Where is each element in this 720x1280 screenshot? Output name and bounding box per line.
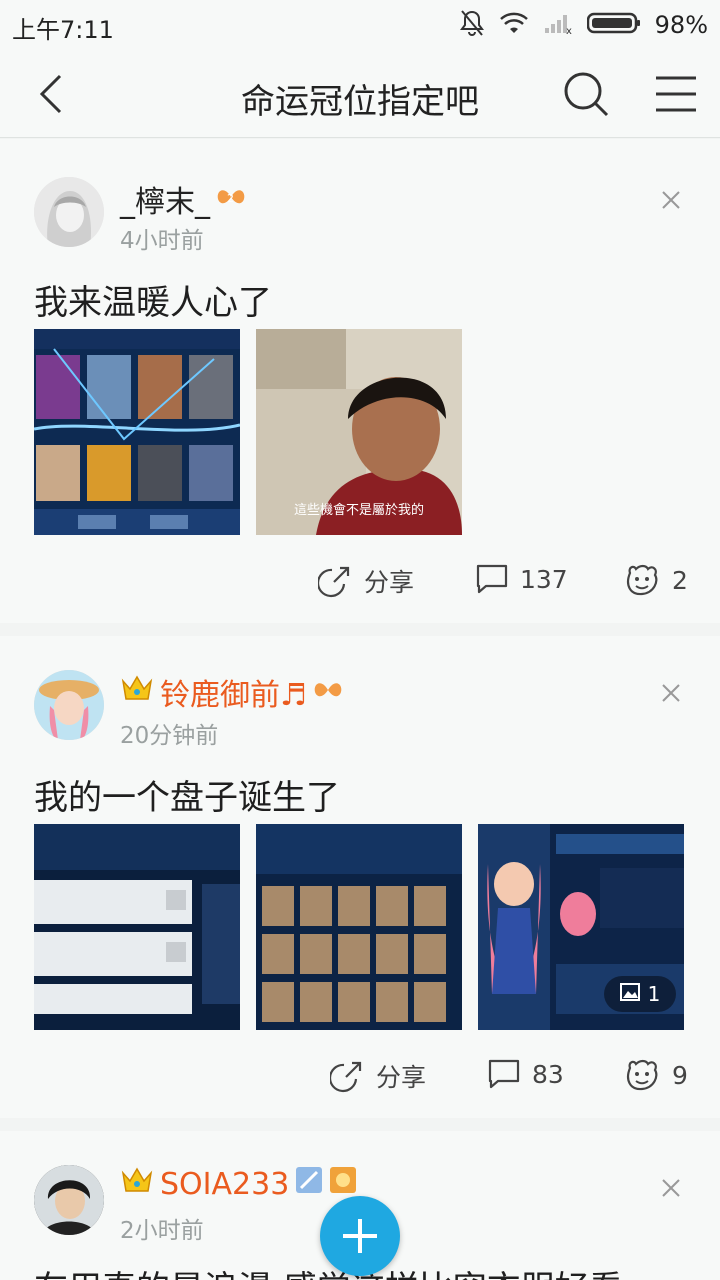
image-icon — [619, 982, 640, 1006]
close-icon[interactable] — [658, 680, 684, 706]
comment-icon — [476, 563, 508, 595]
post-text[interactable]: 在用真的是浪漫 感觉这样比穿衣服好看 — [34, 1261, 623, 1280]
post-image-game-grid[interactable] — [256, 824, 462, 1030]
page-title: 命运冠位指定吧 — [241, 82, 479, 122]
share-icon — [330, 1059, 364, 1093]
post-username-row[interactable]: _檸末_ 2 — [120, 177, 246, 221]
post-text[interactable]: 我的一个盘子诞生了 — [34, 770, 340, 819]
like-count: 2 — [672, 565, 688, 595]
post-time: 20分钟前 — [120, 723, 219, 749]
post-image-meme[interactable]: 這些機會不是屬於我的 — [256, 329, 462, 535]
wifi-icon — [499, 11, 529, 39]
like-button[interactable]: 9 — [624, 1058, 688, 1092]
mute-bell-icon — [459, 9, 485, 41]
close-icon[interactable] — [658, 187, 684, 213]
like-face-icon — [624, 563, 660, 597]
comment-button[interactable]: 83 — [488, 1058, 564, 1090]
level-badge-icon: 2 — [216, 182, 246, 217]
crown-icon — [120, 673, 154, 711]
user-avatar[interactable] — [34, 670, 104, 740]
signal-icon: x — [543, 11, 573, 39]
crown-icon — [120, 1165, 154, 1203]
image-count-badge[interactable]: 1 — [604, 976, 676, 1012]
comment-button[interactable]: 137 — [476, 563, 568, 595]
battery-icon — [586, 11, 641, 39]
post-username-row[interactable]: 铃鹿御前♬ — [120, 670, 343, 714]
like-button[interactable]: 2 — [624, 563, 688, 597]
comment-count: 83 — [532, 1059, 564, 1089]
post-card[interactable]: _檸末_ 2 4小时前 我来温暖人心了 這些機會不是屬於我的 分享 137 2 — [0, 139, 720, 623]
post-username-row[interactable]: SOIA233 — [120, 1165, 357, 1203]
post-image-game-cards[interactable] — [34, 329, 240, 535]
share-label: 分享 — [364, 568, 415, 597]
post-image-game-list[interactable] — [34, 824, 240, 1030]
svg-text:x: x — [566, 26, 572, 35]
like-count: 9 — [672, 1060, 688, 1090]
post-username[interactable]: _檸末_ — [120, 177, 210, 221]
post-text[interactable]: 我来温暖人心了 — [34, 275, 272, 324]
user-avatar[interactable] — [34, 1165, 104, 1235]
post-card[interactable]: 铃鹿御前♬ 20分钟前 我的一个盘子诞生了 1 分享 83 9 — [0, 636, 720, 1118]
top-navigation-bar: 命运冠位指定吧 — [0, 50, 720, 138]
post-time: 4小时前 — [120, 228, 204, 254]
level-badge-icon — [313, 675, 343, 710]
plus-icon — [340, 1216, 380, 1260]
post-username[interactable]: SOIA233 — [160, 1167, 289, 1202]
share-icon — [318, 564, 352, 598]
status-bar: 上午7:11 x 98% — [0, 0, 720, 50]
sword-badge-icon — [295, 1166, 323, 1202]
close-icon[interactable] — [658, 1175, 684, 1201]
new-post-button[interactable] — [320, 1196, 400, 1276]
post-username[interactable]: 铃鹿御前♬ — [160, 670, 307, 714]
post-image-servant-profile[interactable]: 1 — [478, 824, 684, 1030]
share-button[interactable]: 分享 — [330, 1058, 426, 1094]
like-face-icon — [624, 1058, 660, 1092]
share-label: 分享 — [376, 1063, 427, 1092]
comment-count: 137 — [520, 564, 568, 594]
search-icon[interactable] — [562, 70, 610, 118]
comment-icon — [488, 1058, 520, 1090]
user-avatar[interactable] — [34, 177, 104, 247]
image-caption: 這些機會不是屬於我的 — [293, 503, 424, 518]
status-time: 上午7:11 — [12, 16, 114, 44]
battery-percentage: 98% — [654, 11, 708, 39]
post-time: 2小时前 — [120, 1218, 204, 1244]
menu-icon[interactable] — [654, 74, 698, 114]
svg-text:2: 2 — [227, 192, 234, 205]
image-count: 1 — [647, 982, 661, 1006]
share-button[interactable]: 分享 — [318, 563, 414, 599]
